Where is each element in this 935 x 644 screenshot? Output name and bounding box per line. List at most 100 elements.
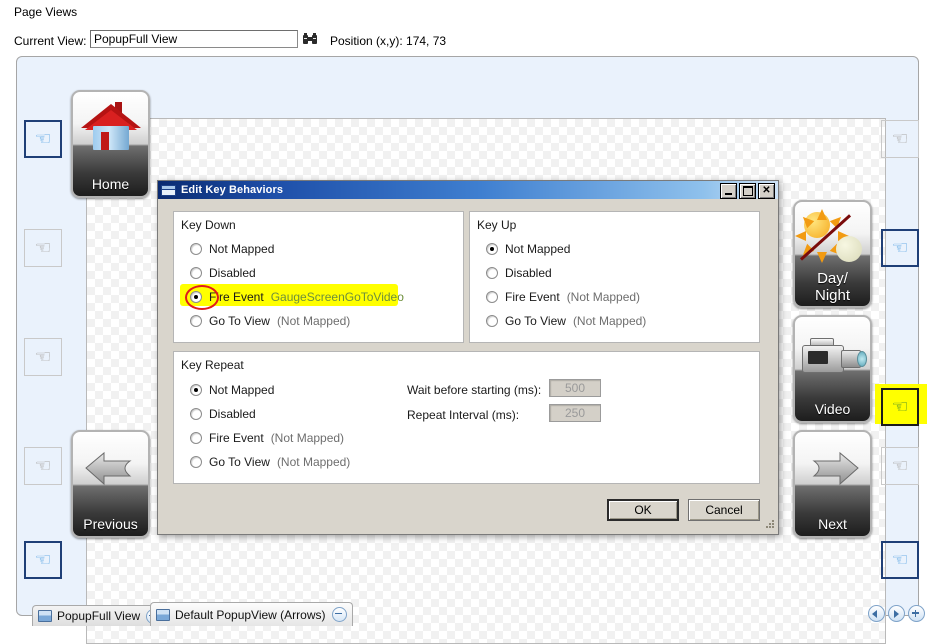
repeat-interval-input[interactable]: 250 [549, 404, 601, 422]
option-label: Go To View [209, 455, 270, 469]
hand-pointer-icon: ☜ [34, 549, 52, 571]
home-button[interactable]: Home [71, 90, 150, 198]
option-label: Disabled [505, 266, 552, 280]
hand-pointer-icon: ☜ [34, 237, 52, 259]
position-readout: Position (x,y): 174, 73 [330, 34, 447, 48]
option-value: (Not Mapped) [270, 431, 345, 445]
hand-pointer-icon: ☜ [891, 549, 909, 571]
option-label: Not Mapped [505, 242, 571, 256]
option-value: (Not Mapped) [572, 314, 647, 328]
hotspot-left-4[interactable]: ☜ [24, 447, 62, 485]
video-button[interactable]: Video [793, 315, 872, 423]
cancel-button[interactable]: Cancel [688, 499, 760, 521]
key-down-option-not-mapped[interactable]: Not Mapped [190, 241, 274, 257]
radio-icon [486, 267, 498, 279]
view-tabstrip: PopupFull View Default PopupView (Arrows… [16, 600, 919, 628]
radio-icon [190, 315, 202, 327]
option-label: Fire Event [505, 290, 560, 304]
tab-default-popupview-arrows[interactable]: Default PopupView (Arrows) [150, 602, 353, 626]
hotspot-right-4[interactable]: ☜ [881, 447, 919, 485]
key-up-option-go-to-view[interactable]: Go To View (Not Mapped) [486, 313, 646, 329]
day-night-label-line2: Night [814, 287, 851, 304]
arrow-left-icon [73, 438, 148, 504]
video-button-label: Video [814, 401, 851, 417]
hand-pointer-icon: ☜ [891, 396, 909, 418]
hand-pointer-icon: ☜ [34, 128, 52, 150]
hotspot-right-5[interactable]: ☜ [881, 541, 919, 579]
view-icon [156, 608, 170, 621]
radio-icon [190, 384, 202, 396]
camcorder-icon [795, 323, 870, 389]
hotspot-right-1[interactable]: ☜ [881, 120, 919, 158]
key-up-option-fire-event[interactable]: Fire Event (Not Mapped) [486, 289, 640, 305]
plus-circle-icon[interactable] [908, 605, 925, 622]
option-label: Disabled [209, 266, 256, 280]
tab-popupfull-view[interactable]: PopupFull View [32, 605, 168, 626]
next-button[interactable]: Next [793, 430, 872, 538]
tab-collapse-icon[interactable] [331, 607, 347, 622]
key-repeat-option-fire-event[interactable]: Fire Event (Not Mapped) [190, 430, 344, 446]
hotspot-left-2[interactable]: ☜ [24, 229, 62, 267]
key-repeat-group: Key Repeat Not Mapped Disabled Fire Even… [173, 351, 760, 484]
annotation-oval [185, 285, 219, 310]
key-up-option-not-mapped[interactable]: Not Mapped [486, 241, 570, 257]
key-up-option-disabled[interactable]: Disabled [486, 265, 552, 281]
radio-icon [486, 315, 498, 327]
dialog-titlebar[interactable]: Edit Key Behaviors ✕ [158, 181, 778, 199]
key-down-option-disabled[interactable]: Disabled [190, 265, 256, 281]
radio-icon [190, 408, 202, 420]
resize-grip[interactable] [763, 519, 775, 531]
radio-icon [486, 291, 498, 303]
hotspot-left-3[interactable]: ☜ [24, 338, 62, 376]
key-down-option-fire-event[interactable]: Fire Event GaugeScreenGoToVideo [190, 289, 404, 305]
minimize-icon[interactable] [720, 183, 737, 199]
page-views-header: Page Views Current View: Position (x,y):… [0, 0, 935, 56]
current-view-input[interactable] [90, 30, 298, 48]
option-label: Fire Event [209, 431, 264, 445]
hotspot-right-2[interactable]: ☜ [881, 229, 919, 267]
radio-icon [190, 243, 202, 255]
option-value: (Not Mapped) [276, 455, 351, 469]
key-repeat-option-not-mapped[interactable]: Not Mapped [190, 382, 274, 398]
tab-label: Default PopupView (Arrows) [175, 607, 326, 622]
radio-icon [486, 243, 498, 255]
hotspot-right-3[interactable]: ☜ [881, 388, 919, 426]
key-down-option-go-to-view[interactable]: Go To View (Not Mapped) [190, 313, 350, 329]
hand-pointer-icon: ☜ [891, 455, 909, 477]
close-icon[interactable]: ✕ [758, 183, 775, 199]
next-button-label: Next [818, 516, 847, 532]
day-night-button-label: Day/ Night [795, 270, 870, 304]
key-repeat-legend: Key Repeat [181, 358, 244, 372]
option-label: Go To View [505, 314, 566, 328]
house-icon [73, 98, 148, 164]
option-label: Not Mapped [209, 383, 275, 397]
hand-pointer-icon: ☜ [34, 455, 52, 477]
binoculars-icon[interactable] [302, 31, 318, 47]
option-value: GaugeScreenGoToVideo [270, 290, 404, 304]
maximize-icon[interactable] [739, 183, 756, 199]
day-night-button[interactable]: Day/ Night [793, 200, 872, 308]
application-window: Page Views Current View: Position (x,y):… [0, 0, 935, 644]
edit-key-behaviors-dialog: Edit Key Behaviors ✕ Key Down Not Mapped… [157, 180, 779, 535]
key-repeat-option-disabled[interactable]: Disabled [190, 406, 256, 422]
arrow-left-circle-icon[interactable] [868, 605, 885, 622]
page-views-title: Page Views [14, 5, 78, 19]
key-down-legend: Key Down [181, 218, 236, 232]
wait-before-starting-label: Wait before starting (ms): [407, 383, 542, 397]
view-icon [38, 610, 52, 622]
dialog-title: Edit Key Behaviors [181, 184, 284, 196]
ok-button[interactable]: OK [607, 499, 679, 521]
key-repeat-option-go-to-view[interactable]: Go To View (Not Mapped) [190, 454, 350, 470]
previous-button[interactable]: Previous [71, 430, 150, 538]
hotspot-left-1[interactable]: ☜ [24, 120, 62, 158]
radio-icon [190, 267, 202, 279]
option-value: (Not Mapped) [566, 290, 641, 304]
hotspot-left-5[interactable]: ☜ [24, 541, 62, 579]
day-night-label-line1: Day/ [817, 270, 848, 287]
previous-button-label: Previous [83, 516, 138, 532]
window-icon [161, 184, 177, 197]
wait-before-starting-input[interactable]: 500 [549, 379, 601, 397]
radio-icon [190, 456, 202, 468]
sun-moon-icon [795, 208, 870, 274]
arrow-right-circle-icon[interactable] [888, 605, 905, 622]
